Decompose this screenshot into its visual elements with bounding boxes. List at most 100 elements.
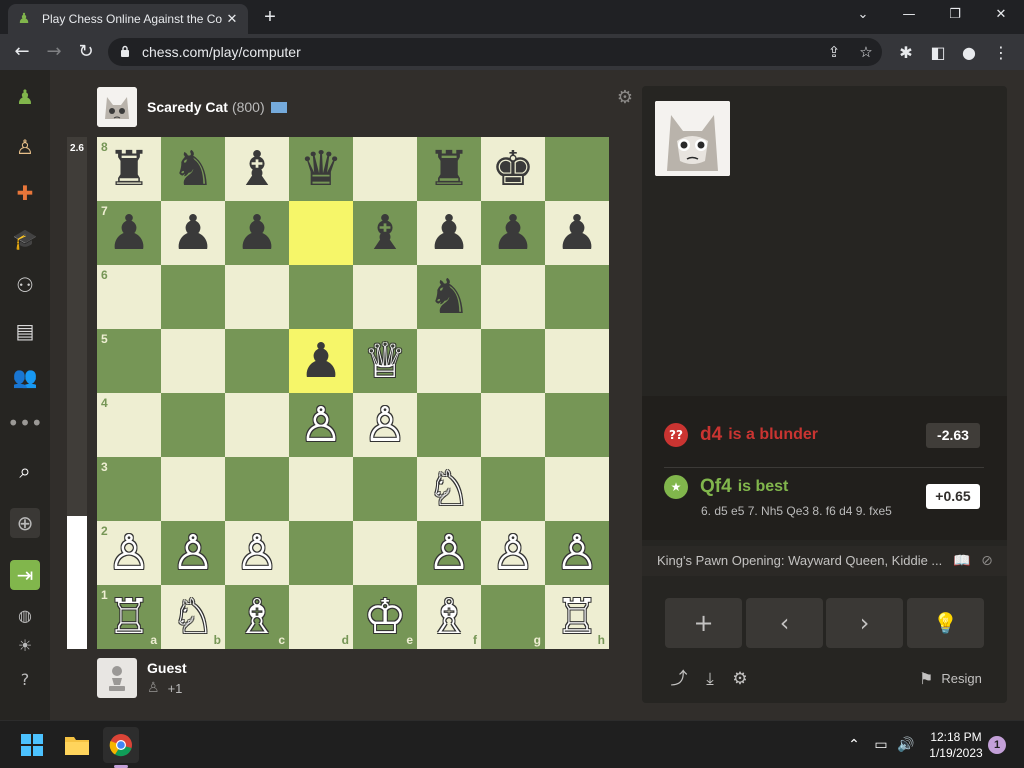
browser-menu-icon[interactable]: ⋮ — [990, 42, 1012, 64]
square-c8[interactable]: ♝ — [225, 137, 289, 201]
chess-piece[interactable]: ♞ — [427, 273, 470, 321]
lock-icon[interactable] — [120, 45, 130, 57]
square-c6[interactable] — [225, 265, 289, 329]
chess-piece[interactable]: ♝ — [363, 209, 406, 257]
restore-button[interactable]: ❐ — [932, 0, 978, 30]
square-b4[interactable] — [161, 393, 225, 457]
square-d2[interactable] — [289, 521, 353, 585]
chess-piece[interactable]: ♗ — [427, 593, 470, 641]
square-a6[interactable]: 6 — [97, 265, 161, 329]
help-icon[interactable]: ? — [10, 664, 40, 694]
chess-piece[interactable]: ♔ — [363, 593, 406, 641]
add-user-icon[interactable]: ⊕ — [10, 508, 40, 538]
square-b3[interactable] — [161, 457, 225, 521]
explorer-compass-icon[interactable]: ⊘ — [978, 552, 996, 570]
square-g5[interactable] — [481, 329, 545, 393]
resign-button[interactable]: ⚑ Resign — [919, 669, 982, 688]
square-b6[interactable] — [161, 265, 225, 329]
url-text[interactable]: chess.com/play/computer — [142, 44, 301, 60]
language-globe-icon[interactable]: ◍ — [10, 600, 40, 630]
square-c1[interactable]: c ♗ — [225, 585, 289, 649]
news-icon[interactable]: ▤ — [10, 316, 40, 346]
square-e7[interactable]: ♝ — [353, 201, 417, 265]
square-h7[interactable]: ♟ — [545, 201, 609, 265]
download-icon[interactable]: ⤓ — [699, 668, 721, 690]
chess-piece[interactable]: ♟ — [555, 209, 598, 257]
square-d3[interactable] — [289, 457, 353, 521]
square-f3[interactable]: ♘ — [417, 457, 481, 521]
extensions-puzzle-icon[interactable]: ✱ — [895, 42, 917, 64]
square-e3[interactable] — [353, 457, 417, 521]
square-a8[interactable]: 8 ♜ — [97, 137, 161, 201]
best-line[interactable]: 6. d5 e5 7. Nh5 Qe3 8. f6 d4 9. fxe5 — [701, 504, 892, 518]
best-move[interactable]: Qf4 — [700, 476, 732, 498]
puzzles-icon[interactable]: ✚ — [10, 178, 40, 208]
share-icon[interactable]: ⤴ — [668, 668, 690, 690]
chess-board[interactable]: 8 ♜ ♞ ♝ ♛ ♜ ♚ 7 ♟ ♟ ♟ ♝ ♟ ♟ ♟ 6 ♞ 5 ♟ ♕ 4 ♙ ♙ 3 ♘ 2 ♙ ♙ ♙ ♙ ♙ ♙ 1 a ♖ b ♘ c ♗ d… — [97, 137, 609, 649]
bookmark-star-icon[interactable]: ☆ — [856, 42, 876, 62]
square-f7[interactable]: ♟ — [417, 201, 481, 265]
square-f6[interactable]: ♞ — [417, 265, 481, 329]
square-d7[interactable] — [289, 201, 353, 265]
square-g6[interactable] — [481, 265, 545, 329]
search-icon[interactable]: ⌕ — [10, 456, 40, 486]
hint-button[interactable]: 💡 — [907, 598, 984, 648]
social-icon[interactable]: 👥 — [10, 362, 40, 392]
new-game-button[interactable]: + — [665, 598, 742, 648]
square-c2[interactable]: ♙ — [225, 521, 289, 585]
chess-piece[interactable]: ♙ — [491, 529, 534, 577]
login-icon[interactable]: ⇥ — [10, 560, 40, 590]
chess-piece[interactable]: ♟ — [491, 209, 534, 257]
chess-piece[interactable]: ♙ — [555, 529, 598, 577]
square-h8[interactable] — [545, 137, 609, 201]
player-avatar[interactable] — [97, 658, 137, 698]
new-tab-button[interactable]: + — [258, 6, 282, 28]
chess-piece[interactable]: ♘ — [427, 465, 470, 513]
square-g1[interactable]: g — [481, 585, 545, 649]
chrome-icon[interactable] — [103, 727, 139, 763]
previous-move-button[interactable]: ‹ — [746, 598, 823, 648]
square-b2[interactable]: ♙ — [161, 521, 225, 585]
square-c7[interactable]: ♟ — [225, 201, 289, 265]
square-b1[interactable]: b ♘ — [161, 585, 225, 649]
square-a5[interactable]: 5 — [97, 329, 161, 393]
square-h6[interactable] — [545, 265, 609, 329]
chess-piece[interactable]: ♟ — [427, 209, 470, 257]
learn-icon[interactable]: 🎓 — [10, 224, 40, 254]
square-e1[interactable]: e ♔ — [353, 585, 417, 649]
square-f5[interactable] — [417, 329, 481, 393]
square-h5[interactable] — [545, 329, 609, 393]
square-b7[interactable]: ♟ — [161, 201, 225, 265]
notification-badge[interactable]: 1 — [988, 736, 1006, 754]
more-icon[interactable]: ••• — [7, 408, 42, 438]
square-e5[interactable]: ♕ — [353, 329, 417, 393]
chess-piece[interactable]: ♞ — [171, 145, 214, 193]
square-a3[interactable]: 3 — [97, 457, 161, 521]
square-f2[interactable]: ♙ — [417, 521, 481, 585]
square-d6[interactable] — [289, 265, 353, 329]
square-e4[interactable]: ♙ — [353, 393, 417, 457]
square-h2[interactable]: ♙ — [545, 521, 609, 585]
square-d5[interactable]: ♟ — [289, 329, 353, 393]
square-g8[interactable]: ♚ — [481, 137, 545, 201]
chess-piece[interactable]: ♛ — [299, 145, 342, 193]
opponent-avatar[interactable] — [97, 87, 137, 127]
minimize-button[interactable]: — — [886, 0, 932, 30]
chess-piece[interactable]: ♖ — [555, 593, 598, 641]
book-icon[interactable]: 📖 — [953, 552, 971, 570]
square-g7[interactable]: ♟ — [481, 201, 545, 265]
chess-piece[interactable]: ♘ — [171, 593, 214, 641]
opening-name[interactable]: King's Pawn Opening: Wayward Queen, Kidd… — [657, 553, 942, 568]
square-a2[interactable]: 2 ♙ — [97, 521, 161, 585]
tab-search-icon[interactable]: ⌄ — [840, 0, 886, 30]
profile-icon[interactable]: ● — [958, 42, 980, 64]
square-a1[interactable]: 1 a ♖ — [97, 585, 161, 649]
chess-piece[interactable]: ♝ — [235, 145, 278, 193]
square-d4[interactable]: ♙ — [289, 393, 353, 457]
file-explorer-icon[interactable] — [59, 727, 95, 763]
chess-piece[interactable]: ♚ — [491, 145, 534, 193]
back-icon[interactable]: ← — [10, 40, 34, 64]
chess-piece[interactable]: ♟ — [107, 209, 150, 257]
chess-piece[interactable]: ♙ — [427, 529, 470, 577]
board-settings-gear-icon[interactable]: ⚙ — [614, 87, 636, 109]
